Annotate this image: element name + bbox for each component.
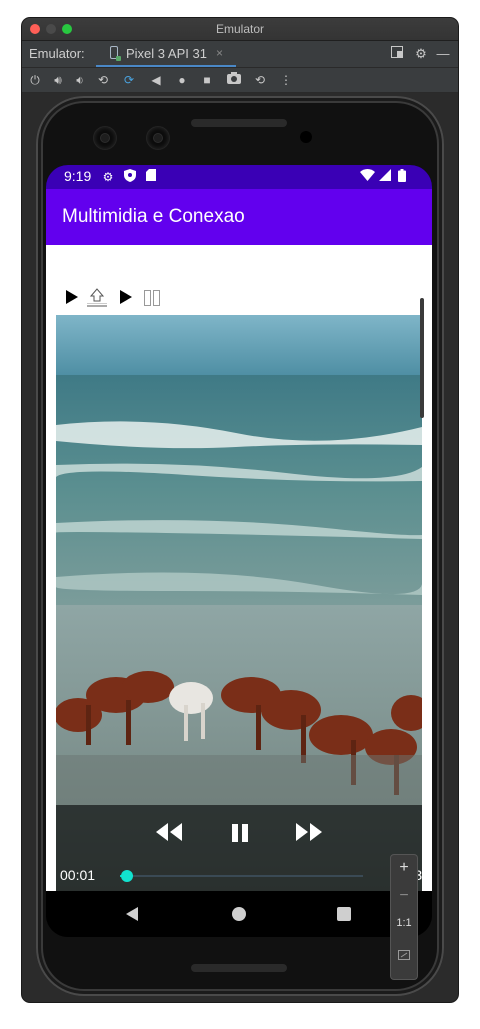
zoom-out-button[interactable]: − [391,887,417,905]
rotate-right-icon[interactable]: ⟳ [120,71,138,89]
power-icon[interactable]: ⏻ [26,71,44,89]
video-view[interactable]: 00:01 00:30 [56,315,422,891]
app-bar: Multimidia e Conexao [46,189,432,245]
rewind-button[interactable] [154,823,184,849]
seek-bar-thumb[interactable] [121,870,134,882]
navigation-bar [46,891,432,937]
volume-down-icon[interactable]: 🔉︎ [71,71,89,89]
emulator-label: Emulator: [29,46,85,61]
seek-bar-track[interactable] [120,875,363,877]
wifi-icon [359,169,375,185]
tab-label: Pixel 3 API 31 [126,46,207,61]
nav-recents-icon[interactable] [337,907,351,921]
media-controls [46,287,246,311]
tab-pixel-3[interactable]: Pixel 3 API 31 × [96,41,236,67]
zoom-ratio-button[interactable]: 1:1 [391,917,417,929]
pause-icon[interactable] [144,290,160,312]
device-screen: 9:19 ⚙ Multimidia e Conexao 00:01 [46,165,432,937]
fit-screen-icon[interactable] [391,947,417,965]
tab-close-icon[interactable]: × [216,46,223,60]
current-time: 00:01 [60,867,96,883]
overview-icon[interactable]: ■ [198,71,216,89]
camera-icon[interactable] [225,71,243,89]
volume-up-icon[interactable]: 🔊︎ [49,71,67,89]
status-bar: 9:19 ⚙ [46,165,432,189]
gear-icon[interactable]: ⚙ [412,45,430,63]
nav-home-icon[interactable] [232,907,246,921]
window-title: Emulator [215,22,265,36]
video-controller-overlay: 00:01 00:30 [56,805,422,891]
bottom-speaker [191,964,287,972]
fast-forward-button[interactable] [296,823,326,849]
tab-bar: Emulator: Pixel 3 API 31 × ⚙ — [22,41,458,68]
battery-icon [394,169,410,185]
emulator-toolbar: ⏻ 🔊︎ 🔉︎ ⟲ ⟳ ◀ ● ■ ⟲ ⋮ [22,68,458,93]
earpiece-speaker [191,119,287,127]
back-icon[interactable]: ◀ [147,71,165,89]
nav-back-icon[interactable] [126,907,138,921]
shield-icon [122,169,138,185]
front-camera-2 [147,127,169,149]
sd-card-icon [143,169,159,185]
app-content: 00:01 00:30 [46,245,432,891]
play-icon[interactable] [66,290,78,312]
app-title: Multimidia e Conexao [62,206,245,227]
more-icon[interactable]: ⋮ [277,71,295,89]
home-icon[interactable]: ● [173,71,191,89]
phone-icon [110,46,121,61]
upload-icon[interactable] [86,287,108,309]
rotate-left-icon[interactable]: ⟲ [94,71,112,89]
pause-button[interactable] [230,823,260,849]
phone-side-button [420,298,424,418]
zoom-in-button[interactable]: + [391,859,417,877]
phone-frame: 9:19 ⚙ Multimidia e Conexao 00:01 [36,96,444,996]
settings-icon: ⚙ [102,170,114,184]
snapshot-icon[interactable]: ⟲ [251,71,269,89]
front-camera [94,127,116,149]
hide-icon[interactable]: — [434,45,452,63]
title-bar: Emulator [22,18,458,41]
status-time: 9:19 [64,168,92,184]
play-icon-2[interactable] [120,290,132,312]
proximity-sensor [300,131,312,143]
zoom-panel: + − 1:1 [391,855,417,979]
window-mode-icon[interactable] [388,45,406,63]
signal-icon [377,169,393,185]
